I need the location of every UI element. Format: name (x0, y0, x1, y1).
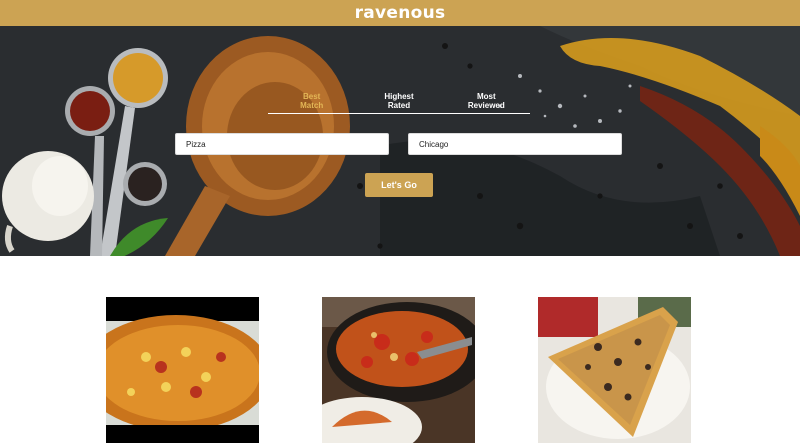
search-hero: Best Match Highest Rated Most Reviewed P… (0, 26, 800, 256)
tab-label: Match (300, 101, 324, 110)
tab-label: Rated (387, 101, 411, 110)
pizza-photo-1 (106, 297, 259, 443)
tab-highest-rated[interactable]: Highest Rated (369, 92, 429, 113)
tab-label: Highest (384, 92, 414, 101)
brand-logo: ravenous (354, 3, 446, 23)
business-image[interactable] (538, 297, 691, 443)
search-term-input[interactable]: Pizza (175, 133, 389, 155)
hero-background-image (0, 26, 800, 256)
tab-label: Reviewed (467, 101, 505, 110)
sort-tabs: Best Match Highest Rated Most Reviewed (268, 92, 530, 114)
top-bar: ravenous (0, 0, 800, 26)
business-image[interactable] (106, 297, 259, 443)
pizza-photo-2 (322, 297, 475, 443)
pizza-photo-3 (538, 297, 691, 443)
tab-most-reviewed[interactable]: Most Reviewed (456, 92, 516, 113)
tab-label: Best (302, 92, 321, 101)
location-input[interactable]: Chicago (408, 133, 622, 155)
business-image[interactable] (322, 297, 475, 443)
tab-label: Most (476, 92, 496, 101)
lets-go-button[interactable]: Let's Go (365, 173, 433, 197)
tab-best-match[interactable]: Best Match (282, 92, 342, 113)
